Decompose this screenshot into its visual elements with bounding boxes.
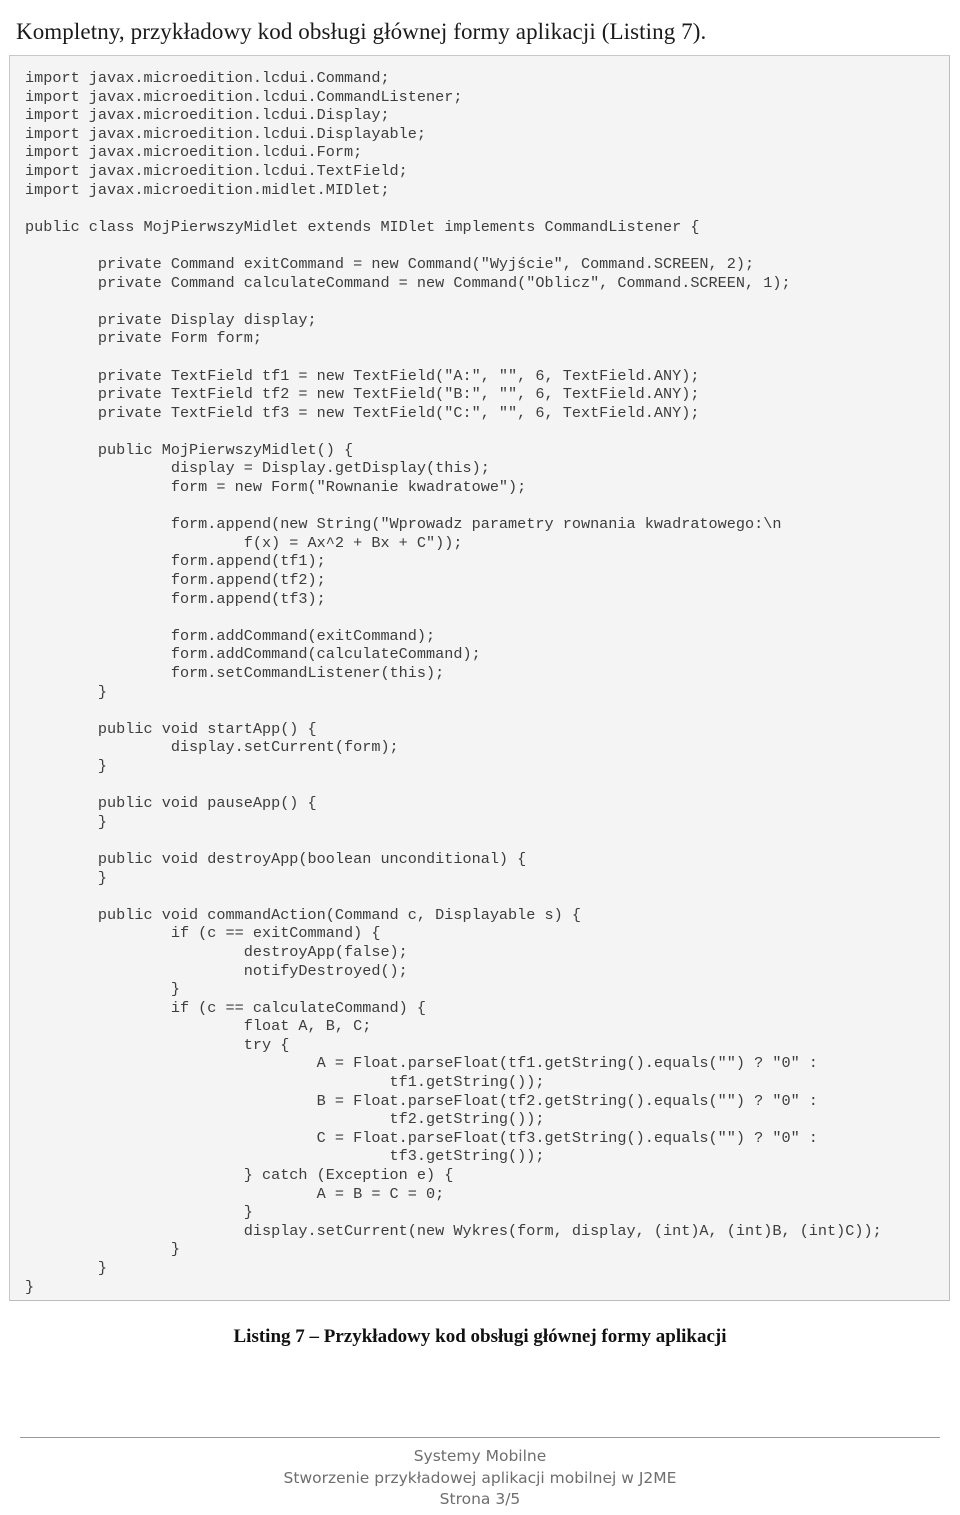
- footer-divider: [20, 1437, 940, 1438]
- footer-line-subject: Systemy Mobilne: [413, 1447, 547, 1465]
- code-listing-box: import javax.microedition.lcdui.Command;…: [9, 55, 950, 1301]
- footer-text: Systemy Mobilne Stworzenie przykładowej …: [20, 1446, 940, 1511]
- document-page: Kompletny, przykładowy kod obsługi główn…: [0, 0, 960, 1515]
- footer-line-page-number: Strona 3/5: [439, 1490, 521, 1508]
- footer-line-topic: Stworzenie przykładowej aplikacji mobiln…: [283, 1468, 677, 1487]
- listing-caption: Listing 7 – Przykładowy kod obsługi głów…: [233, 1326, 727, 1347]
- page-footer: Systemy Mobilne Stworzenie przykładowej …: [20, 1437, 940, 1511]
- code-listing-text: import javax.microedition.lcdui.Command;…: [25, 69, 882, 1296]
- page-title: Kompletny, przykładowy kod obsługi główn…: [16, 19, 707, 45]
